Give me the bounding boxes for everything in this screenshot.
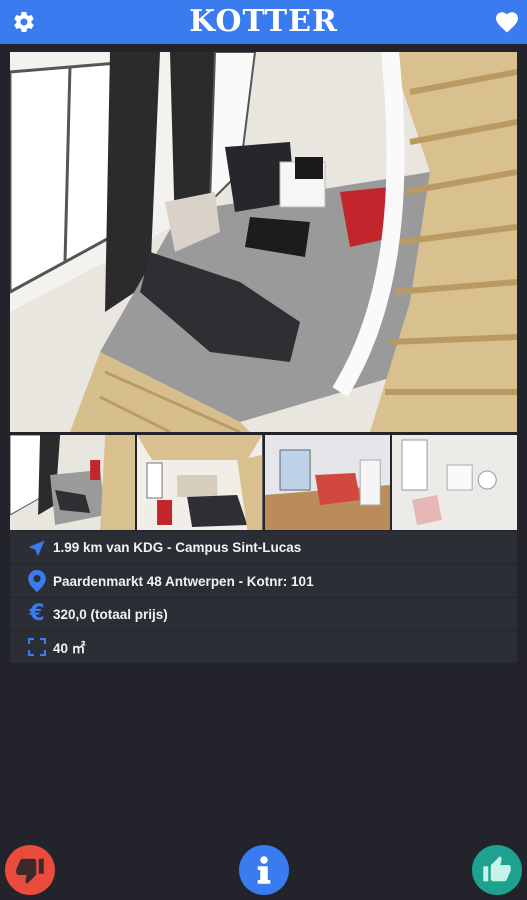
location-pin-icon [26, 570, 48, 592]
main-photo[interactable] [10, 52, 517, 432]
thumbnail-strip [10, 435, 517, 530]
info-icon [257, 856, 271, 884]
thumbs-down-icon [16, 858, 44, 884]
price-text: 320,0 (totaal prijs) [53, 606, 168, 622]
thumbnail-3[interactable] [264, 435, 390, 530]
thumbnail-1[interactable] [10, 435, 136, 530]
dislike-button[interactable] [5, 845, 55, 895]
address-row: Paardenmarkt 48 Antwerpen - Kotnr: 101 [10, 564, 517, 597]
distance-row: 1.99 km van KDG - Campus Sint-Lucas [10, 531, 517, 564]
app-title: KOTTER [189, 4, 338, 39]
navigation-arrow-icon [26, 537, 48, 559]
thumbs-up-icon [483, 856, 511, 882]
size-text: 40 ㎡ [53, 641, 86, 656]
area-frame-icon [26, 636, 48, 658]
price-row: € 320,0 (totaal prijs) [10, 597, 517, 630]
top-bar: KOTTER [0, 0, 527, 44]
distance-text: 1.99 km van KDG - Campus Sint-Lucas [53, 540, 302, 555]
thumbnail-2[interactable] [137, 435, 263, 530]
thumbnail-4[interactable] [391, 435, 517, 530]
like-button[interactable] [472, 845, 522, 895]
main-photo-image [10, 52, 517, 432]
address-text: Paardenmarkt 48 Antwerpen - Kotnr: 101 [53, 573, 314, 589]
euro-icon: € [29, 601, 45, 626]
info-button[interactable] [239, 845, 289, 895]
heart-icon[interactable] [495, 11, 519, 33]
details-panel: 1.99 km van KDG - Campus Sint-Lucas Paar… [10, 531, 517, 663]
size-row: 40 ㎡ [10, 630, 517, 663]
